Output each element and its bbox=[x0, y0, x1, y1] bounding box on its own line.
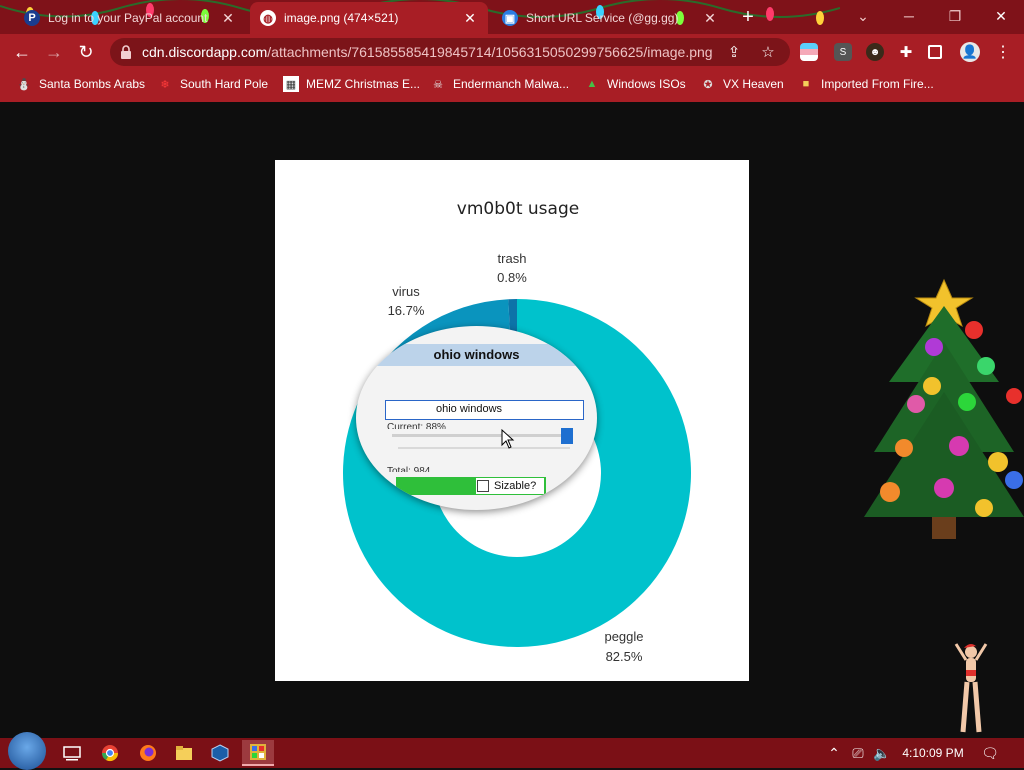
bookmark-label: Santa Bombs Arabs bbox=[39, 77, 146, 91]
checkbox-box[interactable] bbox=[477, 480, 489, 492]
slice-name: trash bbox=[498, 251, 527, 266]
face-extension-icon[interactable]: ☻ bbox=[866, 43, 884, 61]
bookmark-endermanch-malware[interactable]: ☠ Endermanch Malwa... bbox=[430, 74, 569, 94]
chrome-icon[interactable] bbox=[94, 740, 126, 766]
volume-icon[interactable]: 🔈 bbox=[872, 743, 892, 763]
side-panel-icon[interactable] bbox=[928, 45, 942, 59]
url-host: cdn.discordapp.com bbox=[142, 44, 268, 60]
app-window-icon[interactable] bbox=[242, 740, 274, 766]
tab-image[interactable]: ◍ image.png (474×521) ✕ bbox=[250, 2, 488, 34]
slice-percent: 16.7% bbox=[388, 303, 425, 318]
folder-icon: ■ bbox=[802, 78, 810, 90]
virtualbox-icon[interactable] bbox=[204, 740, 236, 766]
total-label: Total: 984 bbox=[387, 466, 431, 472]
slice-percent: 82.5% bbox=[606, 649, 643, 664]
new-tab-button[interactable]: + bbox=[737, 6, 759, 28]
magnifier-overlay: ohio windows ohio windows Current: 88% T… bbox=[356, 326, 597, 510]
bookmark-label: South Hard Pole bbox=[180, 77, 269, 91]
current-label: Current: 88% bbox=[387, 422, 446, 429]
close-window-button[interactable]: ✕ bbox=[978, 0, 1024, 32]
tab-strip: P Log in to your PayPal account ✕ ◍ imag… bbox=[0, 0, 1024, 34]
address-bar[interactable]: cdn.discordapp.com/attachments/761585585… bbox=[110, 38, 790, 66]
restore-button[interactable]: ❐ bbox=[932, 0, 978, 32]
bookmark-star-icon[interactable]: ☆ bbox=[758, 42, 778, 62]
firefox-icon[interactable] bbox=[132, 740, 164, 766]
slice-label-trash: trash 0.8% bbox=[497, 251, 527, 285]
bookmark-label: Endermanch Malwa... bbox=[453, 77, 570, 91]
bookmark-imported-from-firefox[interactable]: ■ Imported From Fire... bbox=[798, 74, 934, 94]
memz-icon: ▦ bbox=[283, 76, 299, 92]
tab-short-url[interactable]: ▣ Short URL Service (@gg.gg) ✕ bbox=[492, 2, 728, 34]
tab-title: Log in to your PayPal account bbox=[48, 11, 208, 25]
slice-label-peggle: peggle 82.5% bbox=[604, 629, 643, 664]
dialog-title: ohio windows bbox=[356, 344, 597, 366]
globe-favicon-icon: ◍ bbox=[260, 10, 276, 26]
show-hidden-icons-chevron-icon[interactable]: ⌃ bbox=[824, 743, 844, 763]
christmas-tree-decoration bbox=[864, 278, 1024, 539]
shorturl-favicon-icon: ▣ bbox=[502, 10, 518, 26]
browser-chrome: P Log in to your PayPal account ✕ ◍ imag… bbox=[0, 0, 1024, 102]
s-extension-icon[interactable]: S bbox=[834, 43, 852, 61]
network-icon[interactable]: ⎚ bbox=[848, 743, 868, 763]
reload-button[interactable]: ↻ bbox=[72, 38, 100, 66]
kebab-menu-icon[interactable]: ⋮ bbox=[994, 43, 1012, 61]
page-viewport: vm0b0t usage trash 0.8% virus 16.7% pegg… bbox=[0, 102, 1024, 738]
vx-icon: ✪ bbox=[703, 78, 713, 91]
taskbar-clock[interactable]: 4:10:09 PM bbox=[898, 738, 968, 768]
bookmark-memz-christmas[interactable]: ▦ MEMZ Christmas E... bbox=[283, 74, 420, 94]
tab-search-chevron-icon[interactable]: ⌄ bbox=[840, 0, 886, 32]
progress-track bbox=[398, 447, 570, 449]
bookmark-vx-heaven[interactable]: ✪ VX Heaven bbox=[700, 74, 784, 94]
action-center-icon[interactable]: 🗨 bbox=[980, 743, 1000, 763]
bookmark-south-hard-pole[interactable]: ❄ South Hard Pole bbox=[157, 74, 268, 94]
windows-taskbar: ⌃ ⎚ 🔈 4:10:09 PM 🗨 bbox=[0, 732, 1024, 770]
task-view-icon[interactable] bbox=[56, 740, 88, 766]
slice-name: peggle bbox=[604, 629, 643, 644]
mouse-cursor-icon bbox=[501, 429, 515, 449]
back-button[interactable]: ← bbox=[8, 38, 36, 66]
close-tab-icon[interactable]: ✕ bbox=[220, 10, 236, 26]
bookmark-santa-bombs-arabs[interactable]: ⛄ Santa Bombs Arabs bbox=[16, 74, 145, 94]
paypal-favicon-icon: P bbox=[24, 10, 40, 26]
lock-icon bbox=[121, 45, 131, 59]
close-tab-icon[interactable]: ✕ bbox=[462, 10, 478, 26]
bookmark-label: MEMZ Christmas E... bbox=[306, 77, 421, 91]
chart-title: vm0b0t usage bbox=[457, 199, 579, 219]
slice-name: virus bbox=[392, 284, 420, 299]
tab-title: image.png (474×521) bbox=[284, 11, 399, 25]
file-explorer-icon[interactable] bbox=[168, 740, 200, 766]
bookmark-label: Imported From Fire... bbox=[821, 77, 934, 91]
flag-extension-icon[interactable] bbox=[800, 43, 818, 61]
skull-icon: ☠ bbox=[433, 78, 443, 91]
forward-button[interactable]: → bbox=[40, 38, 68, 66]
tab-paypal[interactable]: P Log in to your PayPal account ✕ bbox=[14, 2, 246, 34]
tree-icon: ▲ bbox=[586, 78, 598, 90]
slice-label-virus: virus 16.7% bbox=[388, 284, 425, 318]
close-tab-icon[interactable]: ✕ bbox=[702, 10, 718, 26]
slice-percent: 0.8% bbox=[497, 270, 527, 285]
dancing-santa-girl-decoration bbox=[954, 643, 988, 733]
checkbox-label: Sizable? bbox=[494, 480, 537, 492]
tab-title: Short URL Service (@gg.gg) bbox=[526, 11, 679, 25]
bookmark-label: Windows ISOs bbox=[607, 77, 686, 91]
bookmark-windows-isos[interactable]: ▲ Windows ISOs bbox=[584, 74, 686, 94]
share-icon[interactable]: ⇪ bbox=[724, 42, 744, 62]
snowflake-icon: ❄ bbox=[160, 78, 170, 91]
dialog-text-input[interactable]: ohio windows bbox=[385, 400, 584, 420]
minimize-button[interactable]: ─ bbox=[886, 0, 932, 32]
slider-thumb[interactable] bbox=[560, 428, 573, 444]
browser-toolbar: ← → ↻ cdn.discordapp.com/attachments/761… bbox=[0, 34, 1024, 70]
bookmarks-bar: ⛄ Santa Bombs Arabs ❄ South Hard Pole ▦ … bbox=[0, 70, 1024, 98]
url-text[interactable]: cdn.discordapp.com/attachments/761585585… bbox=[142, 44, 713, 60]
sizable-checkbox[interactable]: Sizable? bbox=[476, 478, 544, 494]
santa-icon: ⛄ bbox=[17, 78, 31, 91]
url-path: /attachments/761585585419845714/10563150… bbox=[267, 44, 713, 60]
profile-avatar-icon[interactable]: 👤 bbox=[960, 42, 980, 62]
slider-track[interactable] bbox=[392, 434, 572, 437]
bookmark-label: VX Heaven bbox=[723, 77, 784, 91]
extensions-puzzle-icon[interactable]: ✚ bbox=[897, 43, 915, 61]
start-button[interactable] bbox=[8, 732, 46, 770]
